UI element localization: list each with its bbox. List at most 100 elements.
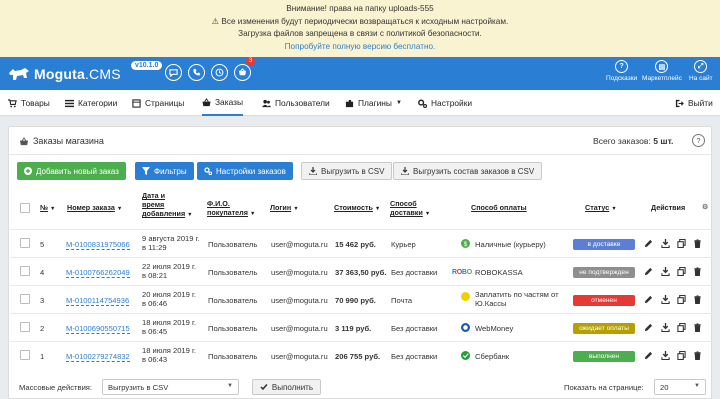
trash-icon[interactable]	[693, 323, 702, 332]
row-checkbox[interactable]	[20, 266, 30, 276]
col-status[interactable]: Статус ▼	[585, 203, 617, 214]
table-row[interactable]: 3 M-0100114754936 20 июля 2019 г. в 06:46 По…	[10, 285, 712, 313]
nav-item-orders[interactable]: Заказы	[202, 90, 243, 116]
copy-icon[interactable]	[677, 239, 686, 248]
add-order-button[interactable]: Добавить новый заказ	[17, 162, 126, 180]
col-order-number[interactable]: Номер заказа ▼	[67, 203, 122, 214]
help-button[interactable]: ? Подсказки	[606, 60, 637, 82]
payment-method: WebMoney	[475, 324, 514, 333]
delivery-method: Без доставки	[391, 324, 438, 333]
execute-button[interactable]: Выполнить	[252, 379, 321, 395]
store-icon: ▤	[655, 60, 669, 73]
order-cost: 206 755 руб.	[335, 352, 381, 361]
order-date: 22 июля 2019 г. в 08:21	[142, 262, 196, 280]
order-number-link[interactable]: M-0100114754936	[66, 296, 130, 306]
row-checkbox[interactable]	[20, 238, 30, 248]
table-row[interactable]: 2 M-0100690550715 18 июля 2019 г. в 06:45 По…	[10, 313, 712, 341]
nav-item-products[interactable]: Товары	[8, 90, 50, 116]
site-button[interactable]: ⤢ На сайт	[689, 60, 713, 82]
edit-icon[interactable]	[644, 295, 653, 304]
table-row[interactable]: 5 M-0100831975066 9 августа 2019 г. в 11:29…	[10, 229, 712, 257]
order-number-link[interactable]: M-0100279274832	[66, 352, 130, 362]
copy-icon[interactable]	[677, 295, 686, 304]
status-badge[interactable]: в доставке	[573, 239, 635, 250]
gears-icon	[418, 99, 427, 108]
users-icon	[262, 99, 271, 107]
trash-icon[interactable]	[693, 267, 702, 276]
select-all-checkbox[interactable]	[20, 203, 30, 213]
trash-icon[interactable]	[693, 351, 702, 360]
clock-icon[interactable]	[211, 64, 228, 81]
nav-item-pages[interactable]: Страницы	[132, 90, 184, 116]
phone-icon[interactable]	[188, 64, 205, 81]
col-delivery[interactable]: Способ доставки ▼	[390, 199, 430, 219]
order-settings-button[interactable]: Настройки заказов	[197, 162, 293, 180]
panel-header: Заказы магазина Всего заказов: 5 шт. ?	[9, 127, 711, 155]
download-icon[interactable]	[661, 323, 670, 332]
payment-method: ROBOKASSA	[475, 268, 523, 277]
col-payment[interactable]: Способ оплаты	[471, 203, 527, 212]
buyer-login: user@moguta.ru	[271, 240, 328, 249]
order-cost: 37 363,50 руб.	[335, 268, 387, 277]
sberbank-icon	[461, 351, 470, 360]
col-num[interactable]: № ▼	[40, 203, 55, 214]
mass-actions-select[interactable]: Выгрузить в CSV ▼	[102, 379, 239, 395]
order-number-link[interactable]: M-0100690550715	[66, 324, 130, 334]
edit-icon[interactable]	[644, 267, 653, 276]
download-icon[interactable]	[661, 351, 670, 360]
col-cost[interactable]: Стоимость ▼	[334, 203, 380, 214]
table-row[interactable]: 4 M-0100766262049 22 июля 2019 г. в 08:21 По…	[10, 257, 712, 285]
col-fio[interactable]: Ф.И.О. покупателя ▼	[207, 199, 255, 219]
status-badge[interactable]: не подтвержден	[573, 267, 635, 278]
edit-icon[interactable]	[644, 351, 653, 360]
notice-line-3: Загрузка файлов запрещена в связи с поли…	[238, 29, 482, 38]
nav-item-users[interactable]: Пользователи	[262, 90, 330, 116]
row-checkbox[interactable]	[20, 322, 30, 332]
per-page-select[interactable]: 20 ▼	[654, 379, 706, 395]
copy-icon[interactable]	[677, 267, 686, 276]
trial-link[interactable]: Попробуйте полную версию бесплатно.	[0, 41, 720, 54]
logo[interactable]: Moguta.CMS	[8, 63, 121, 85]
plus-icon	[24, 167, 32, 175]
chat-icon[interactable]	[165, 64, 182, 81]
download-icon	[309, 167, 317, 175]
nav-item-plugins[interactable]: Плагины ▼	[345, 90, 402, 116]
trash-icon[interactable]	[693, 239, 702, 248]
order-date: 9 августа 2019 г. в 11:29	[142, 234, 200, 252]
order-cost: 3 119 руб.	[335, 324, 372, 333]
filters-button[interactable]: Фильтры	[135, 162, 194, 180]
edit-icon[interactable]	[644, 239, 653, 248]
export-csv-button[interactable]: Выгрузить в CSV	[301, 162, 393, 180]
row-checkbox[interactable]	[20, 294, 30, 304]
marketplace-button[interactable]: ▤ Маркетплейс	[642, 60, 682, 82]
download-icon[interactable]	[661, 295, 670, 304]
order-number-link[interactable]: M-0100831975066	[66, 240, 130, 250]
logout-button[interactable]: Выйти	[675, 90, 713, 116]
buyer-name: Пользователь	[208, 240, 258, 249]
chevron-down-icon: ▼	[227, 383, 233, 389]
orders-cart-icon[interactable]	[234, 64, 251, 81]
status-badge[interactable]: отменен	[573, 295, 635, 306]
row-checkbox[interactable]	[20, 350, 30, 360]
order-number-link[interactable]: M-0100766262049	[66, 268, 130, 278]
copy-icon[interactable]	[677, 323, 686, 332]
trash-icon[interactable]	[693, 295, 702, 304]
col-login[interactable]: Логин ▼	[270, 203, 299, 214]
table-row[interactable]: 1 M-0100279274832 18 июля 2019 г. в 06:43 По…	[10, 341, 712, 369]
basket-icon	[19, 136, 29, 145]
demo-notice: Внимание! права на папку uploads-555 ⚠ В…	[0, 0, 720, 57]
download-icon[interactable]	[661, 239, 670, 248]
col-date[interactable]: Дата и время добавления ▼	[142, 191, 193, 220]
nav-item-settings[interactable]: Настройки	[418, 90, 472, 116]
help-icon[interactable]: ?	[692, 134, 705, 147]
copy-icon[interactable]	[677, 351, 686, 360]
download-icon[interactable]	[661, 267, 670, 276]
chevron-down-icon: ▼	[694, 383, 700, 389]
columns-gear-icon[interactable]: ⚙	[702, 202, 708, 211]
edit-icon[interactable]	[644, 323, 653, 332]
status-badge[interactable]: ожидает оплаты	[573, 323, 635, 334]
nav-item-categories[interactable]: Категории	[65, 90, 117, 116]
mass-actions-label: Массовые действия:	[19, 383, 93, 392]
status-badge[interactable]: выполнен	[573, 351, 635, 362]
export-items-button[interactable]: Выгрузить состав заказов в CSV	[393, 162, 543, 180]
